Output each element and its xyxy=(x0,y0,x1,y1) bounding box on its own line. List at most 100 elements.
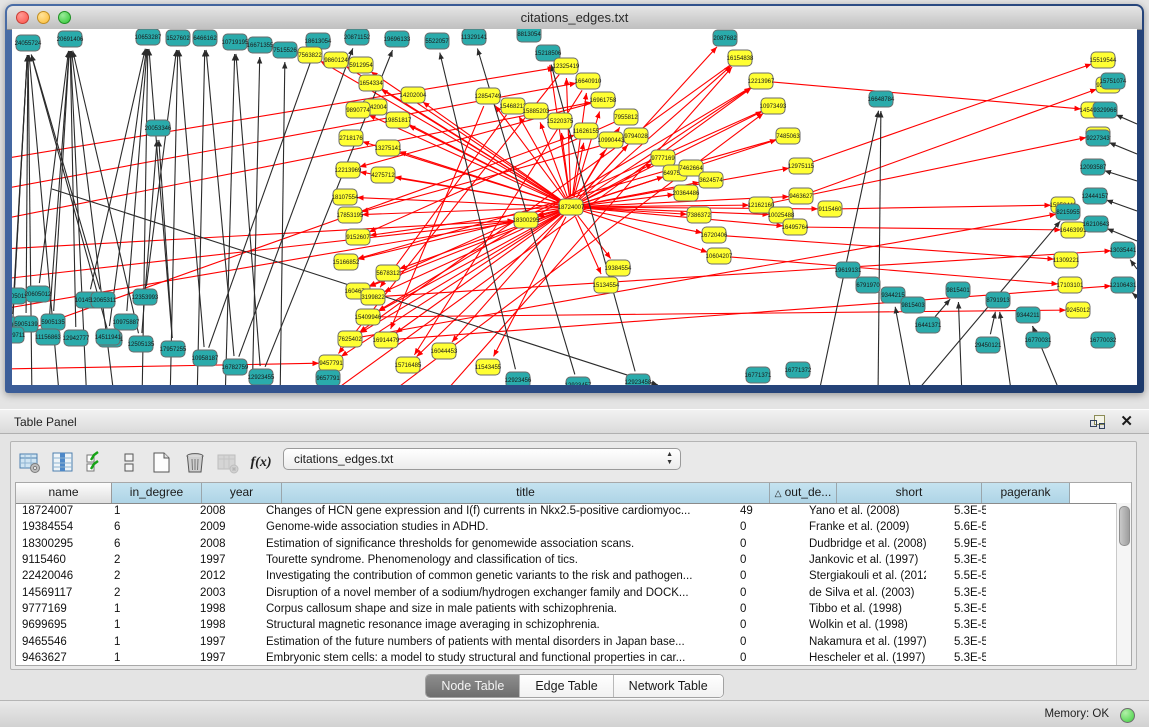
graph-node[interactable]: 17853195 xyxy=(337,207,364,223)
graph-node[interactable]: 9860124 xyxy=(324,52,348,68)
graph-node[interactable]: 12942777 xyxy=(63,330,90,346)
graph-node[interactable]: 11156863 xyxy=(35,329,61,345)
table-select-dropdown[interactable]: citations_edges.txt ▲▼ xyxy=(283,448,681,470)
float-panel-icon[interactable] xyxy=(1090,415,1105,429)
graph-node[interactable]: 15409946 xyxy=(355,309,382,325)
zoom-button[interactable] xyxy=(58,11,71,24)
close-panel-icon[interactable]: ✕ xyxy=(1120,412,1133,430)
graph-node[interactable]: 13035441 xyxy=(1110,242,1137,258)
graph-node[interactable]: 18107554 xyxy=(332,189,359,205)
graph-node[interactable]: 1527602 xyxy=(166,30,190,46)
graph-node[interactable]: 11309221 xyxy=(1053,252,1080,268)
graph-node[interactable]: 9463627 xyxy=(789,188,813,204)
graph-node[interactable]: 10975887 xyxy=(113,314,140,330)
graph-node[interactable]: 9457791 xyxy=(319,355,343,371)
table-row[interactable]: 1872400712008Changes of HCN gene express… xyxy=(16,503,1116,519)
citation-network-graph[interactable]: 2405572420691406106532871527602646616210… xyxy=(12,29,1137,385)
graph-node[interactable]: 20691406 xyxy=(57,31,84,47)
graph-node[interactable]: 16044453 xyxy=(431,343,458,359)
graph-node[interactable]: 12505135 xyxy=(128,336,155,352)
graph-node[interactable]: 16771371 xyxy=(745,367,772,383)
graph-node[interactable]: 12106431 xyxy=(1110,277,1137,293)
graph-node[interactable]: 16441371 xyxy=(915,317,942,333)
graph-node[interactable]: 33159711 xyxy=(12,327,26,343)
graph-node[interactable]: 18300295 xyxy=(513,212,540,228)
graph-node[interactable]: 13275141 xyxy=(375,140,402,156)
select-rows-icon[interactable] xyxy=(83,450,109,476)
graph-node[interactable]: 9329966 xyxy=(1093,102,1117,118)
graph-node[interactable]: 16648784 xyxy=(868,91,895,107)
graph-node[interactable]: 20871152 xyxy=(344,29,371,45)
graph-node[interactable]: 3199822 xyxy=(361,289,385,305)
graph-node[interactable]: 11329141 xyxy=(461,29,488,45)
graph-node[interactable]: 12923458 xyxy=(625,374,652,385)
graph-node[interactable]: 16671355 xyxy=(247,37,274,53)
graph-node[interactable]: 17103101 xyxy=(1057,277,1084,293)
graph-node[interactable]: 15134554 xyxy=(593,277,620,293)
column-header-title[interactable]: title xyxy=(282,483,770,503)
graph-node[interactable]: 7485063 xyxy=(776,128,800,144)
graph-node[interactable]: 9115460 xyxy=(818,201,842,217)
graph-node[interactable]: 19696133 xyxy=(384,31,411,47)
graph-node[interactable]: 12065311 xyxy=(90,292,117,308)
graph-node[interactable]: 16720406 xyxy=(701,227,728,243)
graph-node[interactable]: 9344211 xyxy=(1016,307,1040,323)
graph-node[interactable]: 12854749 xyxy=(475,88,502,104)
graph-node[interactable]: 29450121 xyxy=(975,337,1002,353)
graph-node[interactable]: 5678312 xyxy=(376,265,400,281)
graph-node[interactable]: 9657791 xyxy=(316,370,340,385)
graph-node[interactable]: 11626155 xyxy=(573,123,600,139)
toggle-rows-icon[interactable] xyxy=(116,450,142,476)
graph-node[interactable]: 10653287 xyxy=(135,29,162,45)
graph-node[interactable]: 9890774 xyxy=(346,102,370,118)
graph-node[interactable]: 10604207 xyxy=(706,248,733,264)
graph-node[interactable]: 12923457 xyxy=(565,377,592,385)
network-canvas[interactable]: 2405572420691406106532871527602646616210… xyxy=(12,29,1137,385)
graph-node[interactable]: 8215955 xyxy=(1056,204,1080,220)
graph-node[interactable]: 19851817 xyxy=(385,112,412,128)
graph-node[interactable]: 7515526 xyxy=(273,42,297,58)
graph-node[interactable]: 7563822 xyxy=(298,47,322,63)
graph-node[interactable]: 7625402 xyxy=(338,331,362,347)
graph-node[interactable]: 15220375 xyxy=(547,113,574,129)
graph-node[interactable]: 12213969 xyxy=(335,162,362,178)
column-header-year[interactable]: year xyxy=(202,483,282,503)
column-header-out_de[interactable]: △out_de... xyxy=(770,483,837,503)
graph-node[interactable]: 15716485 xyxy=(395,357,422,373)
select-columns-icon[interactable] xyxy=(50,450,76,476)
network-window-titlebar[interactable]: citations_edges.txt xyxy=(7,6,1142,30)
graph-node[interactable]: 15166852 xyxy=(333,254,360,270)
graph-node[interactable]: 19384554 xyxy=(605,260,632,276)
graph-node[interactable]: 15519544 xyxy=(1090,52,1117,68)
graph-node[interactable]: 16914479 xyxy=(373,332,400,348)
graph-node[interactable]: 2718176 xyxy=(339,130,363,146)
vertical-scrollbar[interactable] xyxy=(1116,503,1131,665)
table-row[interactable]: 911546021997Tourette syndrome. Phenomeno… xyxy=(16,552,1116,568)
table-row[interactable]: 1830029562008Estimation of significance … xyxy=(16,536,1116,552)
delete-table-icon[interactable] xyxy=(182,450,208,476)
graph-node[interactable]: 7955812 xyxy=(614,109,638,125)
table-row[interactable]: 977716911998Corpus callosum shape and si… xyxy=(16,601,1116,617)
graph-node[interactable]: 9815401 xyxy=(946,282,970,298)
table-row[interactable]: 1456911722003Disruption of a novel membe… xyxy=(16,584,1116,600)
graph-node[interactable]: 16495764 xyxy=(782,219,809,235)
graph-node[interactable]: 16210643 xyxy=(1083,216,1110,232)
graph-node[interactable]: 12325419 xyxy=(553,58,580,74)
graph-node[interactable]: 8813054 xyxy=(517,29,541,42)
table-row[interactable]: 2242004622012Investigating the contribut… xyxy=(16,568,1116,584)
graph-node[interactable]: 9152607 xyxy=(346,229,370,245)
graph-node[interactable]: 14202004 xyxy=(400,87,427,103)
graph-node[interactable]: 18724007 xyxy=(558,199,585,215)
graph-node[interactable]: 16640910 xyxy=(575,73,602,89)
graph-node[interactable]: 12213967 xyxy=(748,73,775,89)
new-table-icon[interactable] xyxy=(149,450,175,476)
graph-node[interactable]: 1654334 xyxy=(359,75,383,91)
graph-node[interactable]: 11543455 xyxy=(475,359,502,375)
table-row[interactable]: 1938455462009Genome-wide association stu… xyxy=(16,519,1116,535)
graph-node[interactable]: 20364486 xyxy=(673,185,700,201)
tab-edge-table[interactable]: Edge Table xyxy=(520,675,613,697)
graph-node[interactable]: 12353993 xyxy=(132,289,159,305)
graph-node[interactable]: 16961758 xyxy=(590,92,617,108)
graph-node[interactable]: 14511941 xyxy=(95,329,122,345)
graph-node[interactable]: 7386372 xyxy=(687,207,711,223)
